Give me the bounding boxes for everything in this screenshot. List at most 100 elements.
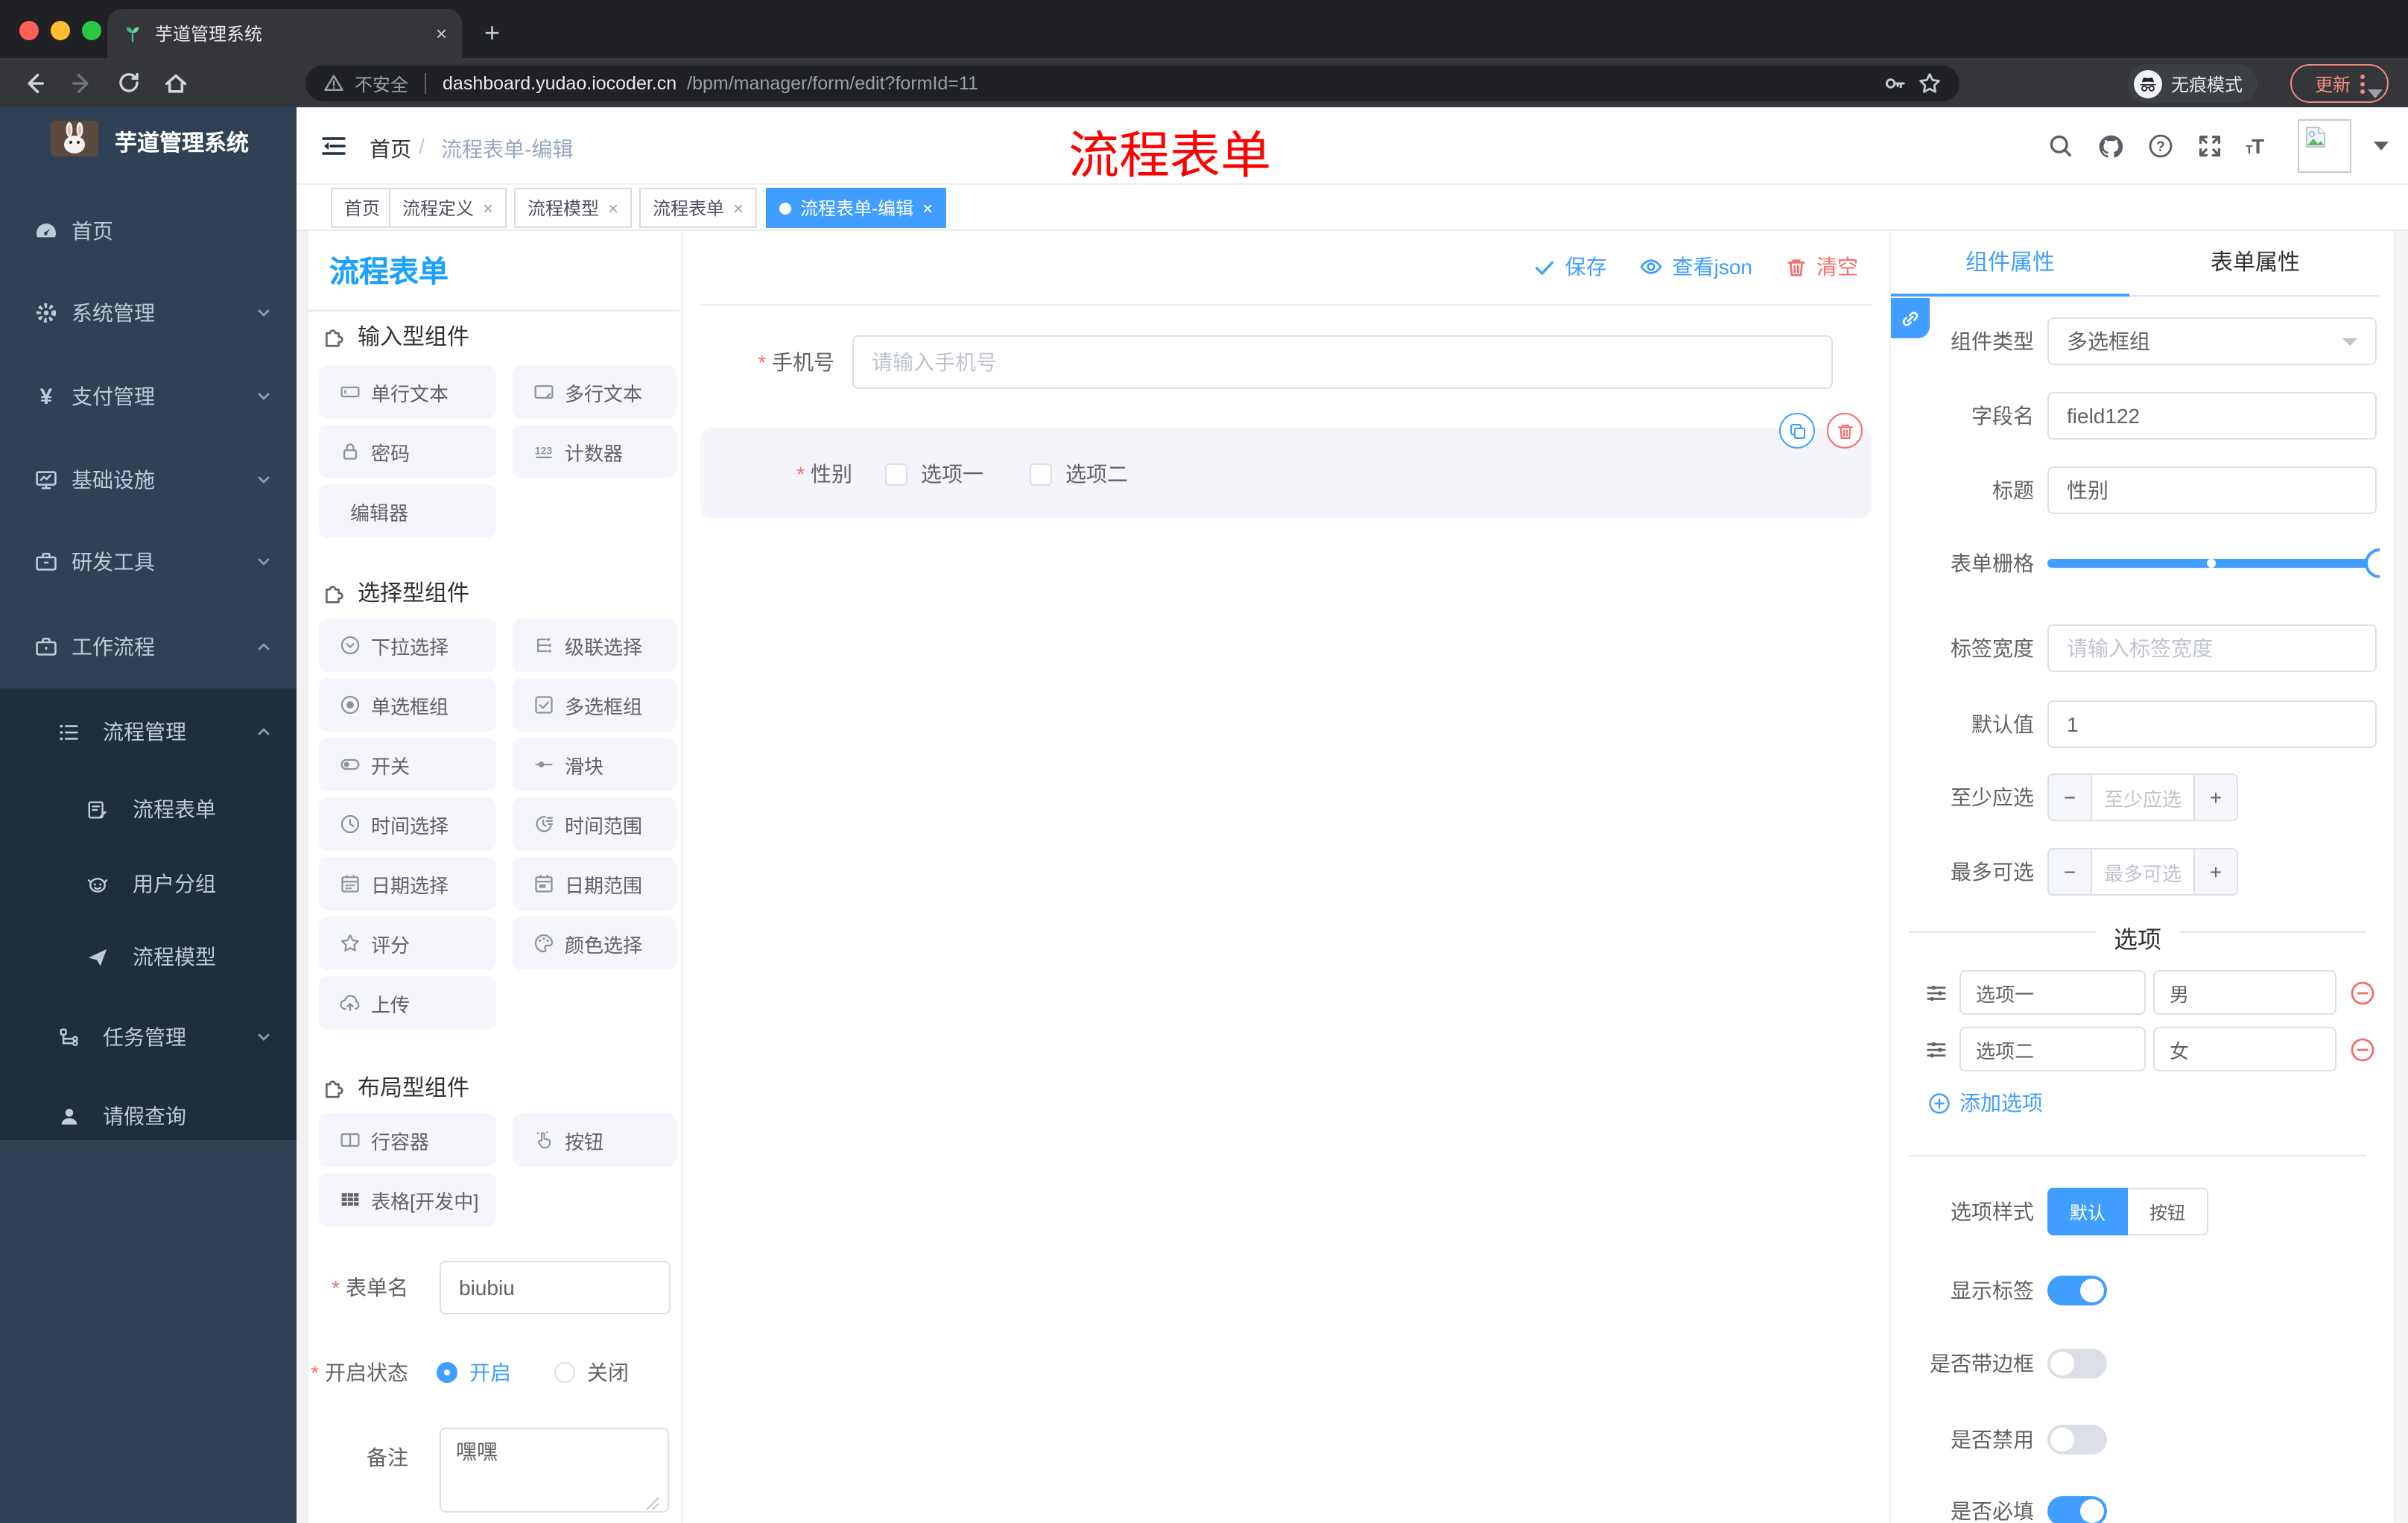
reload-icon[interactable] bbox=[116, 70, 142, 95]
window-controls[interactable] bbox=[19, 21, 101, 40]
increase-button[interactable]: + bbox=[2193, 775, 2237, 820]
sidebar-item-leave-query[interactable]: 请假查询 bbox=[0, 1079, 297, 1153]
status-on-radio[interactable] bbox=[437, 1362, 457, 1383]
slider-handle[interactable] bbox=[2365, 548, 2380, 578]
chip-row-container[interactable]: 行容器 bbox=[319, 1113, 496, 1167]
field-name-input[interactable] bbox=[2047, 392, 2377, 440]
chip-checkbox-group[interactable]: 多选框组 bbox=[513, 678, 677, 732]
help-icon[interactable]: ? bbox=[2147, 133, 2174, 159]
home-icon[interactable] bbox=[162, 69, 189, 96]
tab-form-props[interactable]: 表单属性 bbox=[2129, 231, 2380, 295]
title-input[interactable] bbox=[2047, 466, 2377, 514]
with-border-toggle[interactable] bbox=[2047, 1349, 2107, 1378]
browser-tab[interactable]: 芋道管理系统 × bbox=[107, 9, 462, 58]
gender-option1-label[interactable]: 选项一 bbox=[921, 459, 983, 489]
bookmark-star-icon[interactable] bbox=[1918, 72, 1942, 95]
security-label[interactable]: 不安全 bbox=[355, 71, 408, 96]
form-remark-textarea[interactable]: 嘿嘿 bbox=[440, 1428, 669, 1513]
tab-close-icon[interactable]: × bbox=[483, 197, 493, 218]
remove-option-icon[interactable] bbox=[2350, 980, 2375, 1005]
password-key-icon[interactable] bbox=[1883, 72, 1907, 95]
sidebar-item-home[interactable]: 首页 bbox=[0, 189, 297, 273]
sidebar-item-task-manage[interactable]: 任务管理 bbox=[0, 1000, 297, 1074]
sidebar-logo[interactable]: 芋道管理系统 bbox=[0, 107, 297, 179]
chip-color-picker[interactable]: 颜色选择 bbox=[513, 916, 677, 970]
url-host[interactable]: dashboard.yudao.iocoder.cn bbox=[443, 73, 677, 94]
sidebar-item-infrastructure[interactable]: 基础设施 bbox=[0, 438, 297, 522]
chip-password[interactable]: 密码 bbox=[319, 425, 496, 478]
drag-handle-icon[interactable] bbox=[1925, 981, 1948, 1004]
option1-value-input[interactable] bbox=[2153, 970, 2336, 1015]
chip-editor[interactable]: 编辑器 bbox=[319, 484, 496, 538]
decrease-button[interactable]: − bbox=[2049, 775, 2092, 820]
component-type-select[interactable]: 多选框组 bbox=[2047, 317, 2377, 365]
chip-switch[interactable]: 开关 bbox=[319, 738, 496, 791]
sidebar-item-user-group[interactable]: 用户分组 bbox=[0, 846, 297, 921]
minimize-window-button[interactable] bbox=[51, 21, 70, 40]
copy-component-button[interactable] bbox=[1779, 413, 1815, 449]
canvas-field-gender-selected[interactable]: 性别 选项一 选项二 bbox=[700, 413, 1872, 519]
form-grid-slider[interactable] bbox=[2047, 548, 2380, 578]
avatar-caret-icon[interactable] bbox=[2374, 142, 2389, 151]
sidebar-item-process-form[interactable]: 流程表单 bbox=[0, 772, 297, 846]
chip-table[interactable]: 表格[开发中] bbox=[319, 1173, 496, 1226]
sidebar-item-workflow[interactable]: 工作流程 bbox=[0, 605, 297, 688]
increase-button[interactable]: + bbox=[2193, 849, 2237, 894]
page-tab-process-form[interactable]: 流程表单 × bbox=[639, 188, 758, 228]
chip-select[interactable]: 下拉选择 bbox=[319, 618, 496, 672]
sidebar-item-system[interactable]: 系统管理 bbox=[0, 271, 297, 355]
option1-label-input[interactable] bbox=[1959, 970, 2146, 1015]
chip-counter[interactable]: 123 计数器 bbox=[513, 425, 677, 478]
font-size-icon[interactable]: TT bbox=[2246, 133, 2275, 159]
status-off-label[interactable]: 关闭 bbox=[587, 1358, 629, 1387]
label-width-input[interactable] bbox=[2047, 624, 2377, 672]
drag-handle-icon[interactable] bbox=[1925, 1038, 1948, 1060]
min-select-placeholder[interactable]: 至少应选 bbox=[2092, 775, 2193, 820]
chip-slider[interactable]: 滑块 bbox=[513, 738, 677, 791]
option2-label-input[interactable] bbox=[1959, 1027, 2146, 1071]
form-name-input[interactable] bbox=[440, 1260, 671, 1314]
right-scrollbar[interactable] bbox=[2395, 231, 2408, 1523]
chip-radio-group[interactable]: 单选框组 bbox=[319, 678, 496, 732]
close-window-button[interactable] bbox=[19, 21, 39, 40]
github-icon[interactable] bbox=[2097, 132, 2125, 160]
chip-time-picker[interactable]: 时间选择 bbox=[319, 797, 496, 851]
chip-button[interactable]: 按钮 bbox=[513, 1113, 677, 1167]
tab-close-icon[interactable]: × bbox=[922, 197, 933, 218]
tab-close-icon[interactable]: × bbox=[436, 22, 447, 45]
remove-option-icon[interactable] bbox=[2350, 1036, 2375, 1062]
chip-date-range[interactable]: 日期范围 bbox=[513, 857, 677, 911]
chip-date-picker[interactable]: 日期选择 bbox=[319, 857, 496, 911]
delete-component-button[interactable] bbox=[1827, 413, 1863, 449]
page-tab-process-model[interactable]: 流程模型 × bbox=[514, 188, 633, 228]
gender-option2-label[interactable]: 选项二 bbox=[1065, 459, 1128, 489]
back-icon[interactable] bbox=[21, 69, 48, 96]
chrome-caret-icon[interactable] bbox=[2368, 89, 2383, 98]
view-json-button[interactable]: 查看json bbox=[1640, 252, 1752, 282]
decrease-button[interactable]: − bbox=[2049, 849, 2092, 894]
sidebar-item-payment[interactable]: ¥ 支付管理 bbox=[0, 355, 297, 438]
clear-button[interactable]: 清空 bbox=[1785, 252, 1858, 282]
page-tab-process-definition[interactable]: 流程定义 × bbox=[389, 188, 507, 228]
not-secure-warning-icon[interactable] bbox=[323, 73, 344, 94]
tab-close-icon[interactable]: × bbox=[608, 197, 618, 218]
sidebar-item-process-model[interactable]: 流程模型 bbox=[0, 919, 297, 994]
canvas-field-phone[interactable]: 手机号 bbox=[682, 335, 1891, 389]
save-button[interactable]: 保存 bbox=[1534, 252, 1607, 282]
breadcrumb-home[interactable]: 首页 bbox=[370, 134, 411, 164]
gender-option1-checkbox[interactable] bbox=[885, 463, 907, 485]
disabled-toggle[interactable] bbox=[2047, 1425, 2107, 1454]
sidebar-item-devtools[interactable]: 研发工具 bbox=[0, 520, 297, 604]
required-toggle[interactable] bbox=[2047, 1496, 2107, 1523]
sidebar-item-process-manage[interactable]: 流程管理 bbox=[0, 694, 297, 769]
new-tab-button[interactable]: + bbox=[484, 13, 500, 52]
chip-time-range[interactable]: 时间范围 bbox=[513, 797, 677, 851]
page-tab-process-form-edit[interactable]: 流程表单-编辑 × bbox=[766, 188, 947, 228]
tab-component-props[interactable]: 组件属性 bbox=[1891, 231, 2129, 297]
fullscreen-icon[interactable] bbox=[2196, 133, 2223, 159]
style-button-button[interactable]: 按钮 bbox=[2128, 1188, 2208, 1235]
search-icon[interactable] bbox=[2047, 133, 2074, 159]
forward-icon[interactable] bbox=[69, 69, 95, 96]
phone-input[interactable] bbox=[852, 335, 1833, 389]
style-default-button[interactable]: 默认 bbox=[2047, 1188, 2128, 1235]
